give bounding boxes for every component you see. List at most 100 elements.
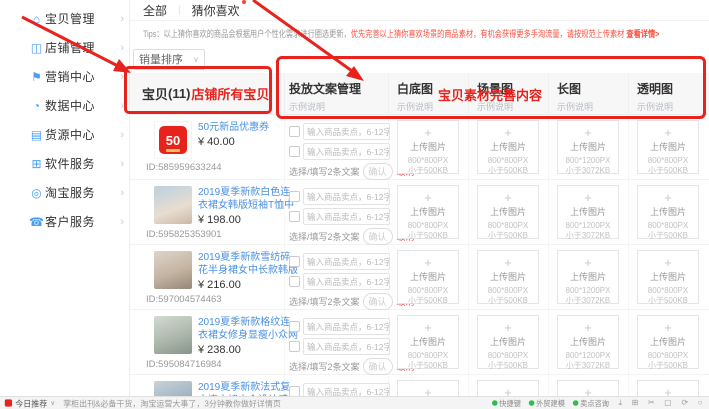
example-link[interactable]: 示例说明 xyxy=(557,100,628,113)
upload-image-button[interactable]: +上传图片800*800PX小于500KB xyxy=(477,185,539,239)
selling-point-checkbox[interactable] xyxy=(289,191,300,202)
selling-point-checkbox[interactable] xyxy=(289,341,300,352)
upload-image-button[interactable]: +上传图片800*800PX小于500KB xyxy=(637,185,699,239)
search-icon[interactable]: ○ xyxy=(698,399,703,408)
upload-image-button[interactable]: +上传图片800*800PX小于500KB xyxy=(637,250,699,304)
upload-image-button[interactable]: +上传图片800*800PX小于500KB xyxy=(397,250,459,304)
upload-cell: +上传图片800*800PX小于500KB xyxy=(629,115,709,179)
selling-point-input[interactable] xyxy=(303,273,390,290)
selling-point-checkbox[interactable] xyxy=(289,211,300,222)
sidebar-item-customer-service[interactable]: ☎客户服务› xyxy=(25,207,129,236)
upload-cell: +上传图片800*800PX小于500KB xyxy=(389,180,469,244)
copy-manage-cell: 选择/填写2条文案确认取消 xyxy=(285,115,389,179)
plugin-item[interactable]: 快捷键 xyxy=(492,398,521,408)
plugin-item[interactable]: 卖点咨询 xyxy=(573,398,609,408)
grid-icon[interactable]: ⊞ xyxy=(632,399,639,408)
copy-manage-cell: 选择/填写2条文案确认取消 xyxy=(285,375,389,397)
plus-icon: + xyxy=(558,126,618,139)
example-link[interactable]: 示例说明 xyxy=(477,100,548,113)
refresh-icon[interactable]: ⟳ xyxy=(681,399,688,408)
download-icon[interactable]: ⤓ xyxy=(619,399,623,408)
tab-all[interactable]: 全部 xyxy=(143,2,167,19)
upload-cell: +上传图片800*800PX小于500KB xyxy=(629,245,709,309)
plugin-item[interactable]: 外贸建模 xyxy=(529,398,565,408)
example-link[interactable]: 示例说明 xyxy=(637,100,709,113)
selling-point-checkbox[interactable] xyxy=(289,321,300,332)
product-thumbnail[interactable] xyxy=(154,381,192,397)
recommend-headline-link[interactable]: 掌柜出刊&必备干货，淘宝运营大事了，3分钟教你做好详情页 xyxy=(63,397,281,409)
product-cell: 2019夏季新款雪纺碎花半身裙女中长款韩版白¥ 216.00ID:5970045… xyxy=(130,245,285,309)
product-id: ID:597004574463 xyxy=(142,294,284,305)
upload-image-button[interactable]: +上传图片800*800PX小于500KB xyxy=(477,380,539,397)
sidebar-item-product-manage[interactable]: ⌂宝贝管理› xyxy=(25,4,129,33)
product-thumbnail[interactable] xyxy=(154,316,192,354)
upload-size-hint: 800*1200PX小于3072KB xyxy=(558,286,618,306)
sidebar-item-marketing-center[interactable]: ⚑营销中心› xyxy=(25,62,129,91)
upload-image-button[interactable]: +上传图片800*800PX小于500KB xyxy=(397,315,459,369)
upload-image-button[interactable]: +上传图片800*800PX小于500KB xyxy=(477,250,539,304)
sidebar-item-label: 宝贝管理 xyxy=(45,10,120,27)
sidebar-item-software-service[interactable]: ⊞软件服务› xyxy=(25,149,129,178)
upload-image-button[interactable]: +上传图片800*1200PX小于3072KB xyxy=(557,120,619,174)
window-icon[interactable]: ▢ xyxy=(664,399,672,408)
product-title-link[interactable]: 2019夏季新款雪纺碎花半身裙女中长款韩版白 xyxy=(198,251,298,277)
upload-size-hint: 800*800PX小于500KB xyxy=(638,286,698,306)
selling-point-checkbox[interactable] xyxy=(289,126,300,137)
selling-point-input[interactable] xyxy=(303,208,390,225)
upload-label: 上传图片 xyxy=(558,335,618,348)
selling-point-input[interactable] xyxy=(303,338,390,355)
view-details-link[interactable]: 查看详情> xyxy=(626,29,659,39)
upload-image-button[interactable]: +上传图片800*800PX小于500KB xyxy=(637,380,699,397)
chevron-down-icon[interactable]: ∨ xyxy=(50,399,55,406)
upload-label: 上传图片 xyxy=(638,205,698,218)
selling-point-input[interactable] xyxy=(303,143,390,160)
tab-guess-you-like[interactable]: 猜你喜欢 xyxy=(192,2,240,19)
taobao-service-icon: ◎ xyxy=(28,186,45,200)
plus-icon: + xyxy=(638,321,698,334)
sidebar: ⌂宝贝管理›◫店铺管理›⚑营销中心›◔数据中心›▤货源中心›⊞软件服务›◎淘宝服… xyxy=(25,0,130,397)
product-title-link[interactable]: 2019夏季新款白色连衣裙女韩版短袖T恤中长款 xyxy=(198,186,298,212)
chevron-right-icon: › xyxy=(120,129,129,141)
upload-image-button[interactable]: +上传图片800*1200PX小于3072KB xyxy=(557,185,619,239)
upload-image-button[interactable]: +上传图片800*800PX小于500KB xyxy=(397,380,459,397)
upload-image-button[interactable]: +上传图片800*800PX小于500KB xyxy=(637,120,699,174)
selling-point-checkbox[interactable] xyxy=(289,256,300,267)
upload-image-button[interactable]: +上传图片800*800PX小于500KB xyxy=(637,315,699,369)
table-row: 2019夏季新款格纹连衣裙女修身显瘦小众网红¥ 238.00ID:5950847… xyxy=(130,310,709,375)
example-link[interactable]: 示例说明 xyxy=(397,100,468,113)
upload-image-button[interactable]: +上传图片800*1200PX小于3072KB xyxy=(557,380,619,397)
customer-service-icon: ☎ xyxy=(28,215,45,229)
sidebar-item-supply-center[interactable]: ▤货源中心› xyxy=(25,120,129,149)
chevron-right-icon: › xyxy=(120,71,129,83)
product-title-link[interactable]: 2019夏季新款法式复古连衣裙小众设计感中长 xyxy=(198,381,298,397)
example-link[interactable]: 示例说明 xyxy=(289,100,388,113)
upload-image-button[interactable]: +上传图片800*800PX小于500KB xyxy=(397,120,459,174)
copy-manage-cell: 选择/填写2条文案确认取消 xyxy=(285,180,389,244)
upload-image-button[interactable]: +上传图片800*800PX小于500KB xyxy=(397,185,459,239)
upload-image-button[interactable]: +上传图片800*800PX小于500KB xyxy=(477,120,539,174)
today-recommend-button[interactable]: 今日推荐 xyxy=(15,397,47,409)
sidebar-item-taobao-service[interactable]: ◎淘宝服务› xyxy=(25,178,129,207)
upload-image-button[interactable]: +上传图片800*1200PX小于3072KB xyxy=(557,315,619,369)
scissors-icon[interactable]: ✂ xyxy=(648,399,655,408)
selling-point-input[interactable] xyxy=(303,188,390,205)
selling-point-input[interactable] xyxy=(303,383,390,397)
sidebar-item-shop-manage[interactable]: ◫店铺管理› xyxy=(25,33,129,62)
upload-size-hint: 800*800PX小于500KB xyxy=(638,351,698,371)
upload-image-button[interactable]: +上传图片800*800PX小于500KB xyxy=(477,315,539,369)
upload-cell: +上传图片800*800PX小于500KB xyxy=(469,115,549,179)
upload-cell: +上传图片800*800PX小于500KB xyxy=(469,375,549,397)
selling-point-input[interactable] xyxy=(303,253,390,270)
product-thumbnail[interactable] xyxy=(154,251,192,289)
product-thumbnail[interactable] xyxy=(154,186,192,224)
product-title-link[interactable]: 2019夏季新款格纹连衣裙女修身显瘦小众网红 xyxy=(198,316,298,342)
sidebar-item-data-center[interactable]: ◔数据中心› xyxy=(25,91,129,120)
selling-point-checkbox[interactable] xyxy=(289,276,300,287)
upload-image-button[interactable]: +上传图片800*1200PX小于3072KB xyxy=(557,250,619,304)
selling-point-checkbox[interactable] xyxy=(289,146,300,157)
product-title-link[interactable]: 50元新品优惠券 xyxy=(198,121,298,134)
selling-point-input[interactable] xyxy=(303,318,390,335)
coupon-thumbnail[interactable]: 50 xyxy=(154,121,192,159)
selling-point-input[interactable] xyxy=(303,123,390,140)
sort-by-sales-select[interactable]: 销量排序 ∨ xyxy=(133,49,205,70)
